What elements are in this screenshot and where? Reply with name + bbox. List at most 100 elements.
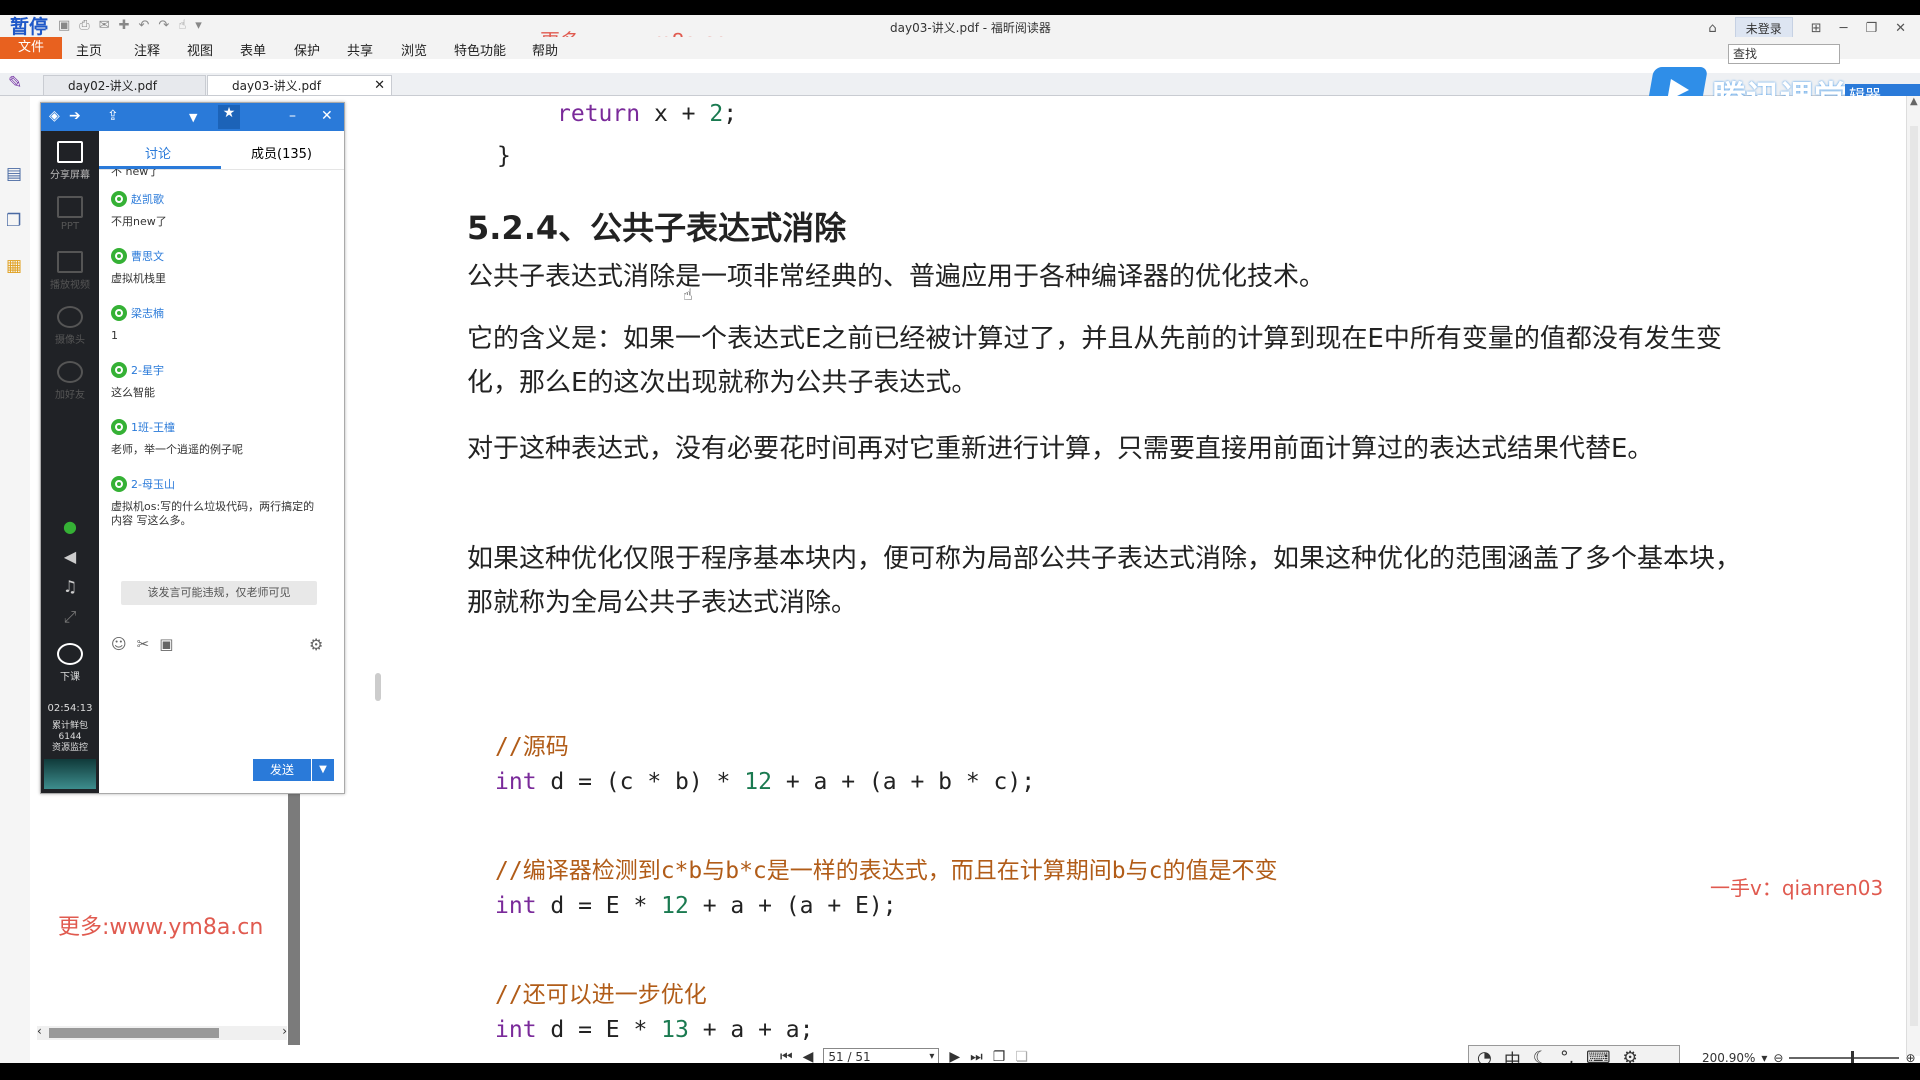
keyboard-icon[interactable]: ⌨ [1586, 1048, 1611, 1063]
moon-icon[interactable]: ☾ [1533, 1048, 1548, 1063]
zoom-dropdown-icon[interactable]: ▾ [1761, 1051, 1767, 1063]
ime-logo-icon[interactable]: ◔ [1477, 1048, 1492, 1063]
menu-view[interactable]: 视图 [187, 40, 213, 59]
ime-language[interactable]: 中 [1504, 1046, 1521, 1064]
zoom-out-icon[interactable]: ⊖ [1773, 1051, 1783, 1063]
message-user[interactable]: 赵凯歌 [131, 191, 164, 207]
list-item: 梁志楠 1 [111, 305, 321, 343]
message-user[interactable]: 1班-王橦 [131, 419, 175, 435]
single-page-icon[interactable]: ❐ [993, 1049, 1006, 1063]
menu-help[interactable]: 帮助 [532, 40, 558, 59]
ime-toolbar: ◔ 中 ☾ °, ⌨ ⚙ [1468, 1045, 1680, 1063]
scroll-up-icon[interactable]: ▲ [1910, 96, 1918, 107]
add-friend-button[interactable]: 加好友 [41, 361, 99, 401]
message-user[interactable]: 2-母玉山 [131, 476, 175, 492]
tab-discussion[interactable]: 讨论 [145, 143, 171, 162]
menu-home[interactable]: 主页 [76, 40, 102, 59]
dropdown-icon[interactable]: ▼ [189, 111, 197, 124]
tab-day03[interactable]: day03-讲义.pdf ✕ [207, 75, 392, 95]
restore-icon[interactable]: ❐ [1865, 21, 1877, 36]
email-icon[interactable]: ✉ [99, 18, 110, 33]
previous-page-icon[interactable]: ◀ [803, 1049, 814, 1063]
speaker-icon[interactable]: ◀ [41, 547, 99, 566]
first-page-icon[interactable]: ⏮ [780, 1049, 793, 1063]
scroll-right-icon[interactable]: › [282, 1024, 287, 1038]
send-options-icon[interactable]: ▼ [312, 759, 334, 781]
minimize-icon[interactable]: ─ [1840, 21, 1848, 36]
wechat-icon [111, 248, 127, 264]
two-page-icon[interactable]: ❏ [1015, 1049, 1028, 1063]
scroll-left-icon[interactable]: ‹ [37, 1024, 42, 1038]
chat-input-tools: ☺ ✂ ▣ [111, 635, 173, 653]
undo-icon[interactable]: ↶ [139, 18, 150, 33]
send-button[interactable]: 发送 [253, 759, 311, 781]
fullscreen-icon[interactable]: ⤢ [41, 607, 99, 627]
redo-icon[interactable]: ↷ [158, 18, 169, 33]
share-icon[interactable]: ⇪ [107, 108, 119, 124]
last-page-icon[interactable]: ⏭ [970, 1049, 983, 1063]
settings-gear-icon[interactable]: ⚙ [309, 635, 323, 654]
wechat-icon [111, 419, 127, 435]
comments-icon[interactable]: ▦ [6, 256, 24, 276]
close-tab-icon[interactable]: ✕ [374, 76, 385, 96]
zoom-in-icon[interactable]: ⊕ [1905, 1051, 1915, 1063]
right-watermark: 一手v：qianren03 [1710, 876, 1884, 900]
zoom-slider[interactable] [1789, 1051, 1900, 1063]
pages-icon[interactable]: ❐ [6, 211, 24, 231]
menu-form[interactable]: 表单 [240, 40, 266, 59]
wechat-icon [111, 362, 127, 378]
menu-features[interactable]: 特色功能 [454, 40, 506, 59]
menu-share[interactable]: 共享 [347, 40, 373, 59]
chat-scrollbar[interactable] [375, 673, 381, 701]
list-item: 不 new了 [111, 169, 321, 179]
tab-day02[interactable]: day02-讲义.pdf [43, 75, 206, 95]
layout-icon[interactable]: ⊞ [1811, 21, 1822, 36]
customize-icon[interactable]: ▾ [195, 18, 202, 33]
skin-icon[interactable]: ⌂ [1708, 21, 1716, 36]
microphone-icon[interactable]: ● [41, 517, 99, 536]
menu-comment[interactable]: 注释 [134, 40, 160, 59]
share-screen-button[interactable]: 分享屏幕 [41, 141, 99, 181]
signal-icon[interactable]: ◈ [49, 108, 60, 124]
minimize-chat-icon[interactable]: – [289, 108, 296, 124]
ime-settings-icon[interactable]: ⚙ [1623, 1048, 1638, 1063]
music-icon[interactable]: ♫ [41, 577, 99, 596]
hand-tool-icon[interactable]: ☝ [178, 18, 186, 33]
menu-browse[interactable]: 浏览 [401, 40, 427, 59]
paragraph-3: 对于这种表达式，没有必要花时间再对它重新进行计算，只需要直接用前面计算过的表达式… [467, 434, 1654, 464]
emoji-icon[interactable]: ☺ [111, 635, 127, 653]
next-page-icon[interactable]: ▶ [949, 1049, 960, 1063]
play-video-button[interactable]: 播放视频 [41, 251, 99, 291]
page-number-field[interactable]: 51 / 51 [823, 1048, 940, 1063]
scroll-thumb[interactable] [1910, 126, 1918, 1026]
pane-horizontal-scrollbar[interactable]: ‹ › [37, 1024, 287, 1040]
bookmark-icon[interactable]: ▤ [6, 164, 24, 184]
zoom-value[interactable]: 200.90% [1702, 1051, 1755, 1063]
end-class-button[interactable]: 下课 [41, 643, 99, 683]
punctuation-icon[interactable]: °, [1560, 1048, 1574, 1063]
message-text: 老师，举一个逍遥的例子呢 [111, 443, 243, 456]
menu-file[interactable]: 文件 [0, 37, 62, 59]
new-icon[interactable]: ✚ [119, 18, 130, 33]
scissors-icon[interactable]: ✂ [137, 635, 150, 653]
scroll-thumb[interactable] [49, 1028, 219, 1038]
pin-icon[interactable]: ★ [218, 105, 240, 129]
annotate-icon[interactable]: ✎ [8, 73, 26, 93]
message-user[interactable]: 2-星宇 [131, 362, 164, 378]
tab-members[interactable]: 成员(135) [251, 143, 312, 162]
message-user[interactable]: 曹思文 [131, 248, 164, 264]
image-icon[interactable]: ▣ [159, 635, 173, 653]
window-title: day03-讲义.pdf - 福昕阅读器 [890, 21, 1051, 35]
search-input[interactable]: 查找 [1728, 44, 1840, 64]
save-icon[interactable]: ▣ [58, 18, 70, 33]
close-chat-icon[interactable]: ✕ [321, 108, 333, 124]
ppt-button[interactable]: PPT [41, 196, 99, 232]
close-icon[interactable]: ✕ [1895, 21, 1906, 36]
stats-label: 累计鲜包 [51, 721, 88, 731]
print-icon[interactable]: ⎙ [79, 18, 89, 33]
menu-protect[interactable]: 保护 [294, 40, 320, 59]
camera-button[interactable]: 摄像头 [41, 306, 99, 346]
message-user[interactable]: 梁志楠 [131, 305, 164, 321]
document-scrollbar[interactable]: ▲ [1906, 96, 1920, 1056]
arrow-right-icon[interactable]: ➔ [69, 108, 81, 124]
